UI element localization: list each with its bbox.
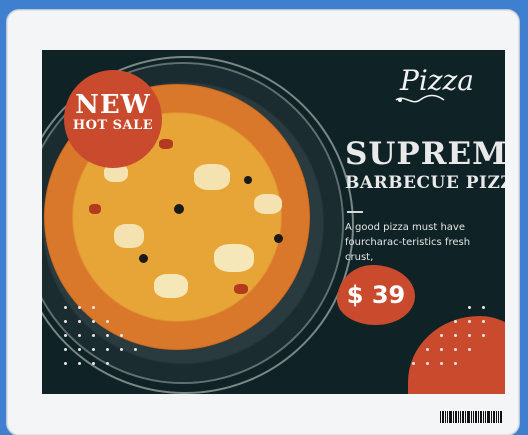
description-line-2: fourcharac-teristics fresh crust, xyxy=(345,237,471,263)
pizza-logo-icon xyxy=(395,94,445,103)
badge-new-text: NEW xyxy=(75,90,151,120)
description-line-1: A good pizza must have xyxy=(345,222,465,233)
new-hot-sale-badge: NEW HOT SALE xyxy=(64,70,162,168)
price-badge: $ 39 xyxy=(337,265,415,325)
display-screen: NEW HOT SALE Pizza SUPREME BARBECUE PIZZ… xyxy=(42,50,505,394)
pizza-logo: Pizza xyxy=(394,64,489,110)
e-paper-price-tag: NEW HOT SALE Pizza SUPREME BARBECUE PIZZ… xyxy=(7,10,519,435)
product-description: A good pizza must have fourcharac-terist… xyxy=(345,220,495,265)
dot-pattern-right xyxy=(412,306,492,376)
product-title: SUPREME BARBECUE PIZZA xyxy=(345,138,505,194)
badge-hot-sale-text: HOT SALE xyxy=(72,118,154,133)
title-divider xyxy=(347,211,363,213)
title-line-1: SUPREME xyxy=(345,136,505,172)
dot-pattern-left xyxy=(64,306,144,376)
title-line-2: BARBECUE PIZZA xyxy=(345,173,505,193)
barcode-icon xyxy=(440,411,502,423)
